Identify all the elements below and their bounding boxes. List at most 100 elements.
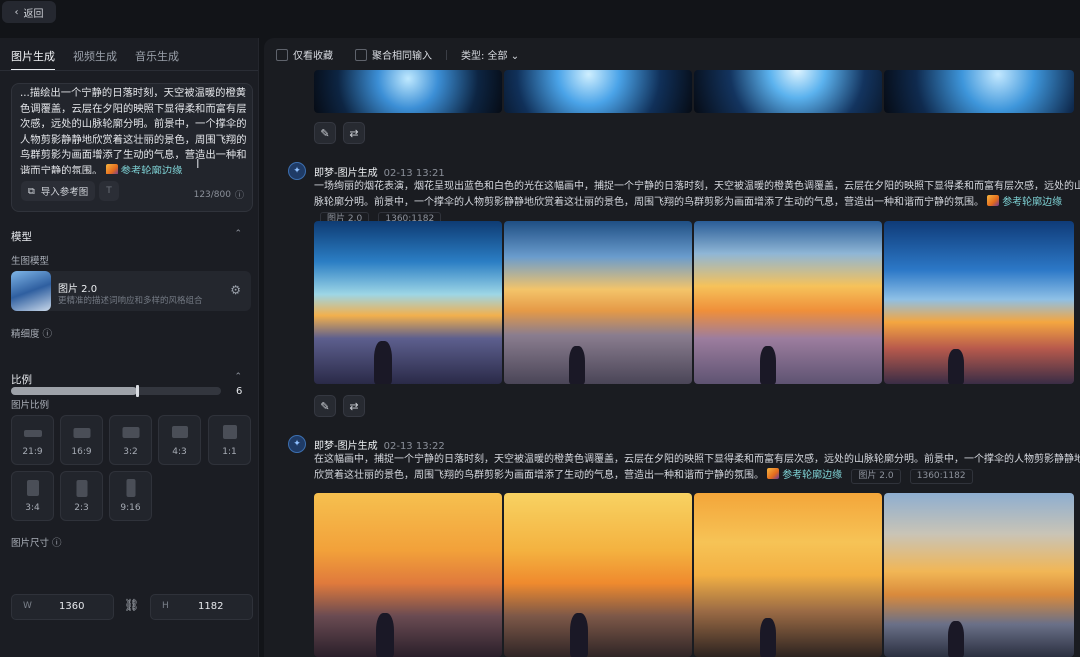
slider-handle[interactable] bbox=[136, 385, 139, 397]
ratio-shape-icon bbox=[76, 480, 87, 497]
model-description: 更精准的描述词响应和多样的风格组合 bbox=[58, 296, 203, 306]
settings-sliders-icon[interactable]: ⚙ bbox=[230, 283, 241, 297]
ratio-option[interactable]: 3:4 bbox=[11, 471, 54, 521]
reference-chip[interactable]: 参考轮廓边缘 bbox=[105, 163, 182, 174]
result-image[interactable] bbox=[884, 70, 1074, 113]
result-image[interactable] bbox=[314, 493, 502, 657]
left-panel: 图片生成 视频生成 音乐生成 ...描绘出一个宁静的日落时刻，天空被温暖的橙黄色… bbox=[0, 38, 259, 657]
info-icon: ⓘ bbox=[52, 538, 62, 549]
umbrella-figure bbox=[569, 346, 585, 384]
size-label: 图片尺寸 ⓘ bbox=[11, 538, 62, 549]
result-image[interactable] bbox=[694, 70, 882, 113]
back-label: 返回 bbox=[23, 8, 44, 20]
result-image[interactable] bbox=[884, 493, 1074, 657]
precision-value: 6 bbox=[236, 386, 243, 397]
size-tag: 1360:1182 bbox=[909, 469, 973, 484]
reference-thumbnail bbox=[987, 195, 1000, 206]
result-image[interactable] bbox=[314, 221, 502, 384]
collapse-ratio-icon[interactable]: ⌃ bbox=[234, 372, 242, 382]
regenerate-icon[interactable]: ⇄ bbox=[343, 122, 365, 144]
char-counter: 123/800 ⓘ bbox=[193, 189, 244, 202]
text-cursor-icon: I bbox=[196, 157, 200, 171]
regenerate-icon[interactable]: ⇄ bbox=[343, 395, 365, 417]
generation-prompt: 在这幅画中，捕捉一个宁静的日落时刻，天空被温暖的橙黄色调覆盖，云层在夕阳的映照下… bbox=[314, 452, 1080, 484]
precision-label: 精细度 ⓘ bbox=[11, 329, 53, 340]
ratio-option[interactable]: 4:3 bbox=[158, 415, 201, 465]
tab-video[interactable]: 视频生成 bbox=[73, 48, 117, 71]
chevron-left-icon: ‹ bbox=[14, 6, 19, 18]
filter-bar: 仅看收藏 聚合相同输入 类型: 全部 ⌄ bbox=[276, 47, 519, 62]
result-image[interactable] bbox=[694, 221, 882, 384]
import-image-icon: ⧉ bbox=[28, 185, 35, 197]
prompt-box[interactable]: ...描绘出一个宁静的日落时刻，天空被温暖的橙黄色调覆盖，云层在夕阳的映照下显得… bbox=[11, 83, 253, 212]
ratio-section-title: 比例 bbox=[11, 374, 32, 386]
dreamina-logo-icon: ✦ bbox=[288, 435, 306, 453]
model-section-title: 模型 bbox=[11, 231, 32, 243]
ratio-shape-icon bbox=[171, 426, 188, 438]
slider-fill bbox=[11, 387, 137, 395]
ratio-shape-icon bbox=[23, 430, 42, 437]
height-input[interactable]: H 1182 bbox=[150, 594, 253, 620]
ratio-shape-icon bbox=[73, 428, 90, 438]
ratio-shape-icon bbox=[126, 479, 135, 497]
umbrella-figure bbox=[760, 618, 776, 657]
umbrella-figure bbox=[374, 341, 392, 384]
link-icon[interactable]: ⛓ bbox=[124, 598, 139, 612]
generation-header: 即梦-图片生成 02-13 13:22 bbox=[314, 441, 445, 452]
checkbox-icon bbox=[355, 49, 367, 61]
text-style-button[interactable]: T bbox=[99, 181, 119, 201]
umbrella-figure bbox=[376, 613, 394, 657]
edit-icon[interactable]: ✎ bbox=[314, 122, 336, 144]
umbrella-figure bbox=[948, 621, 964, 657]
generation-tabs: 图片生成 视频生成 音乐生成 bbox=[11, 48, 179, 71]
model-thumbnail bbox=[11, 271, 51, 311]
umbrella-figure bbox=[948, 349, 964, 384]
ratio-option[interactable]: 9:16 bbox=[109, 471, 152, 521]
result-image[interactable] bbox=[504, 221, 692, 384]
ratio-option[interactable]: 3:2 bbox=[109, 415, 152, 465]
precision-slider[interactable] bbox=[11, 385, 221, 397]
model-tag: 图片 2.0 bbox=[851, 469, 901, 484]
results-panel: 仅看收藏 聚合相同输入 类型: 全部 ⌄ ✎ ⇄ ✦ 即梦-图片生成 02-13 … bbox=[264, 38, 1080, 657]
ratio-option[interactable]: 1:1 bbox=[208, 415, 251, 465]
ratio-shape-icon bbox=[222, 425, 237, 439]
info-icon: ⓘ bbox=[42, 329, 53, 340]
model-sub-label: 生图模型 bbox=[11, 256, 50, 267]
umbrella-figure bbox=[570, 613, 588, 657]
ratio-sub-label: 图片比例 bbox=[11, 400, 50, 411]
ratio-option[interactable]: 16:9 bbox=[60, 415, 103, 465]
tab-image[interactable]: 图片生成 bbox=[11, 48, 55, 71]
collapse-model-icon[interactable]: ⌃ bbox=[234, 229, 242, 239]
type-filter-dropdown[interactable]: 类型: 全部 ⌄ bbox=[461, 47, 519, 62]
ratio-shape-icon bbox=[26, 480, 39, 496]
umbrella-figure bbox=[760, 346, 776, 384]
tab-divider bbox=[0, 70, 258, 71]
generation-header: 即梦-图片生成 02-13 13:21 bbox=[314, 168, 445, 179]
checkbox-icon bbox=[276, 49, 288, 61]
info-icon: ⓘ bbox=[234, 191, 244, 201]
favorites-filter[interactable]: 仅看收藏 bbox=[276, 47, 333, 62]
result-image[interactable] bbox=[504, 70, 692, 113]
result-image[interactable] bbox=[694, 493, 882, 657]
dreamina-logo-icon: ✦ bbox=[288, 162, 306, 180]
chevron-down-icon: ⌄ bbox=[510, 51, 520, 62]
ratio-option[interactable]: 2:3 bbox=[60, 471, 103, 521]
model-selector[interactable]: 图片 2.0 更精准的描述词响应和多样的风格组合 ⚙ bbox=[11, 271, 251, 311]
edit-icon[interactable]: ✎ bbox=[314, 395, 336, 417]
prompt-text[interactable]: ...描绘出一个宁静的日落时刻，天空被温暖的橙黄色调覆盖，云层在夕阳的映照下显得… bbox=[20, 86, 248, 174]
ratio-shape-icon bbox=[122, 427, 139, 438]
width-input[interactable]: W 1360 bbox=[11, 594, 114, 620]
reference-chip[interactable]: 参考轮廓边缘 bbox=[767, 468, 842, 481]
model-name: 图片 2.0 bbox=[58, 284, 98, 295]
import-reference-button[interactable]: ⧉ 导入参考图 bbox=[21, 181, 96, 201]
result-image[interactable] bbox=[884, 221, 1074, 384]
merge-filter[interactable]: 聚合相同输入 bbox=[355, 47, 432, 62]
reference-thumbnail bbox=[767, 468, 780, 479]
result-image[interactable] bbox=[314, 70, 502, 113]
tab-music[interactable]: 音乐生成 bbox=[135, 48, 179, 71]
back-button[interactable]: ‹ 返回 bbox=[2, 1, 56, 23]
reference-thumbnail bbox=[105, 163, 118, 174]
result-image[interactable] bbox=[504, 493, 692, 657]
reference-chip[interactable]: 参考轮廓边缘 bbox=[987, 195, 1062, 208]
ratio-option[interactable]: 21:9 bbox=[11, 415, 54, 465]
